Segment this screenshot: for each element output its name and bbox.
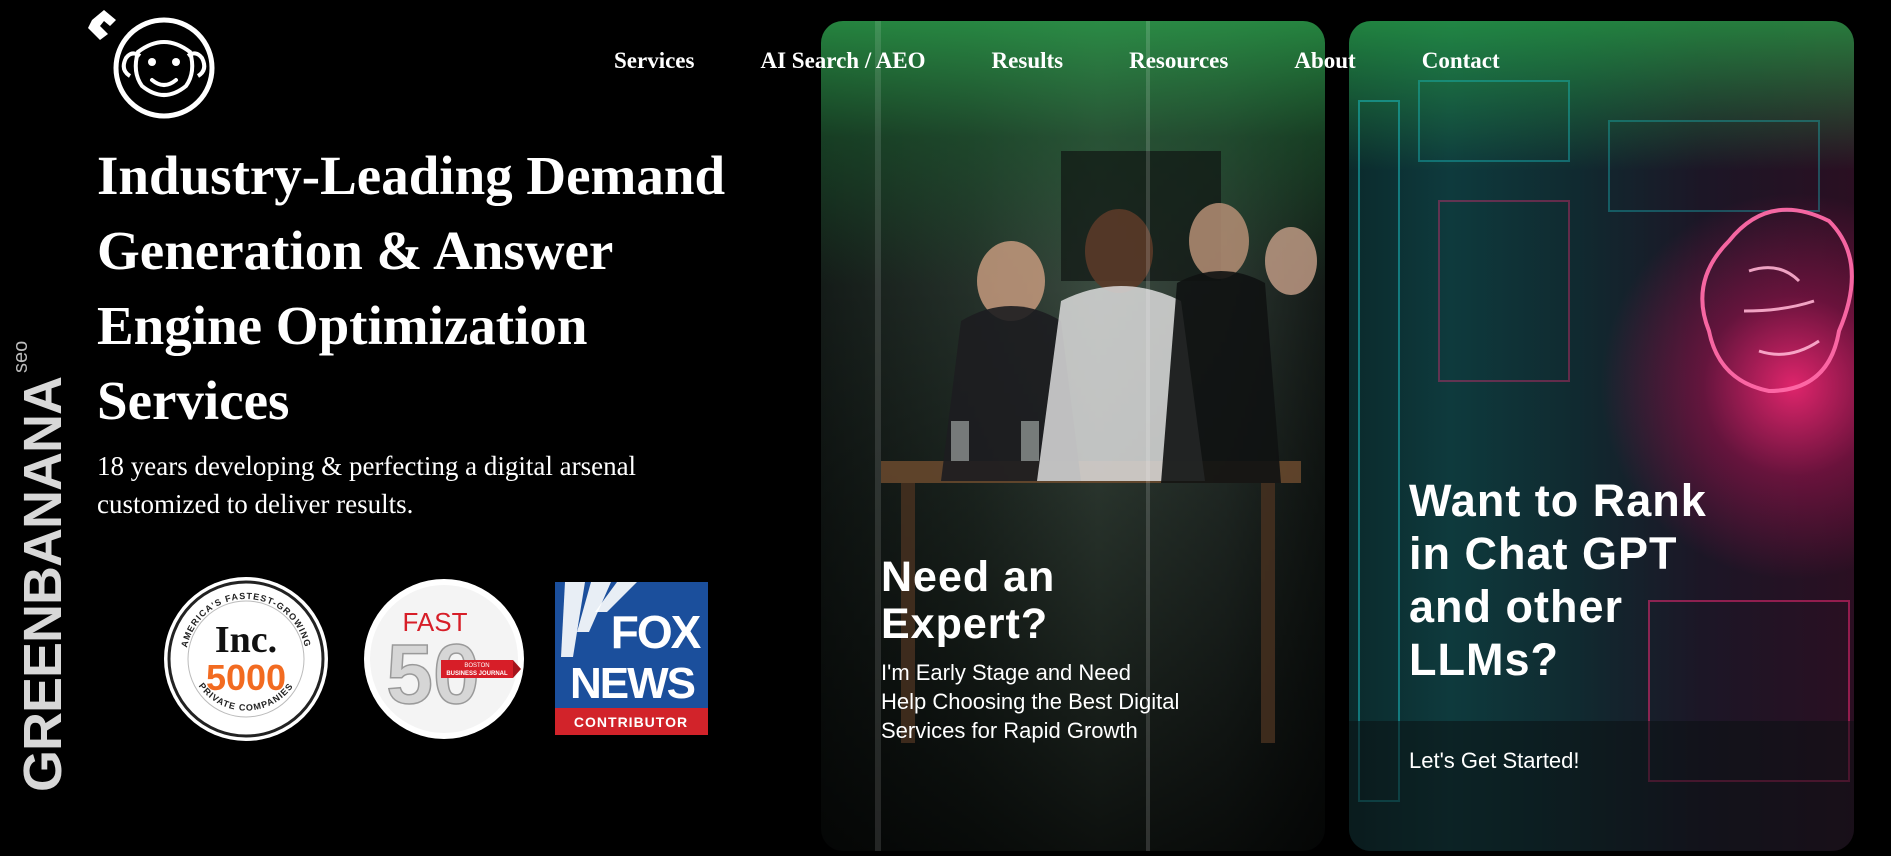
fox-tag: CONTRIBUTOR xyxy=(574,714,688,730)
expert-card[interactable]: Need an Expert? I'm Early Stage and Need… xyxy=(821,21,1325,851)
llm-card[interactable]: Want to Rank in Chat GPT and other LLMs?… xyxy=(1349,21,1854,851)
nav-services[interactable]: Services xyxy=(614,44,694,78)
nav-ai-search[interactable]: AI Search / AEO xyxy=(760,44,925,78)
inc-brand: Inc. xyxy=(215,619,277,661)
nav-about[interactable]: About xyxy=(1294,44,1355,78)
expert-card-title: Need an Expert? xyxy=(881,554,1055,648)
ai-brain-illustration xyxy=(1349,80,1854,851)
inc-5000-badge: AMERICA'S FASTEST-GROWING PRIVATE COMPAN… xyxy=(163,576,329,742)
fox-line1: FOX xyxy=(611,606,702,658)
hero-subtitle: 18 years developing & perfecting a digit… xyxy=(97,451,637,519)
llm-card-title: Want to Rank in Chat GPT and other LLMs? xyxy=(1409,475,1707,685)
vertical-wordmark: GREENBANANA seo xyxy=(8,341,78,792)
fox-news-contributor-badge: FOX NEWS CONTRIBUTOR xyxy=(555,582,708,735)
fox-line2: NEWS xyxy=(570,659,695,708)
fast-ribbon-line2: BUSINESS JOURNAL xyxy=(446,671,508,677)
logo-link[interactable] xyxy=(86,6,218,122)
fast-ribbon-line1: BOSTON xyxy=(464,663,489,669)
expert-title-line1: Need an xyxy=(881,553,1056,601)
nav-resources[interactable]: Resources xyxy=(1129,44,1228,78)
nav-contact[interactable]: Contact xyxy=(1422,44,1500,78)
hero-title: Industry-Leading Demand Generation & Ans… xyxy=(97,145,726,431)
nav-results[interactable]: Results xyxy=(992,44,1064,78)
expert-title-line2: Expert? xyxy=(881,600,1049,648)
monkey-face-logo-icon xyxy=(88,10,215,119)
llm-card-text: Let's Get Started! xyxy=(1409,748,1580,773)
main-nav: Services AI Search / AEO Results Resourc… xyxy=(614,44,1500,78)
inc-number: 5000 xyxy=(206,657,286,698)
expert-card-text: I'm Early Stage and Need Help Choosing t… xyxy=(881,660,1180,743)
wordmark-text: GREENBANANA xyxy=(13,376,73,792)
wordmark-suffix: seo xyxy=(10,340,32,373)
fast-50-badge: FAST 50 BOSTON BUSINESS JOURNAL xyxy=(363,578,525,740)
